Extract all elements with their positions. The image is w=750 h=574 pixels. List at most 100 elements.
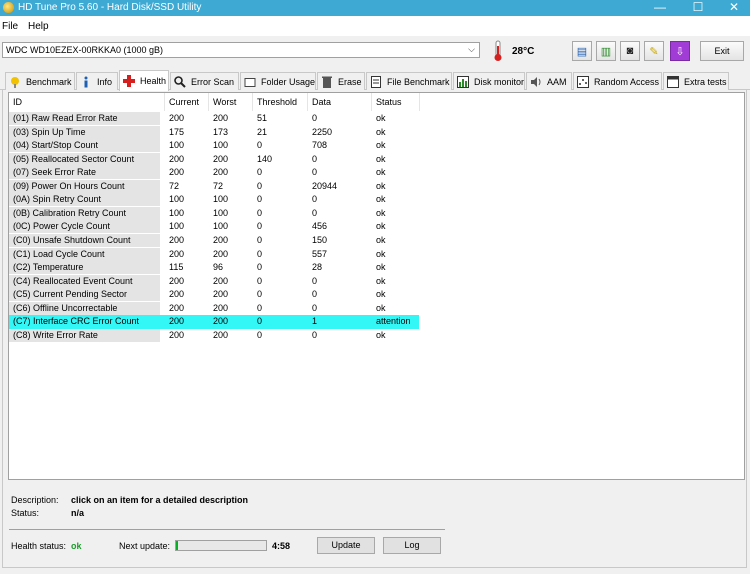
attribute-name: (C1) Load Cycle Count [9,247,160,261]
menu-bar: File Help [0,16,750,36]
tab-info[interactable]: Info [76,72,118,90]
attribute-worst: 200 [213,153,229,164]
attribute-current: 100 [169,221,185,232]
maximize-button[interactable]: ☐ [680,0,716,16]
attribute-current: 100 [169,194,185,205]
attribute-worst: 72 [213,180,224,191]
copy-screen-button[interactable]: ▥ [596,41,616,61]
smart-attribute-list[interactable]: ID Current Worst Threshold Data Status (… [8,92,745,480]
tab-label: Benchmark [26,76,72,87]
attribute-status: ok [376,302,386,313]
attribute-current: 200 [169,234,185,245]
attribute-status: ok [376,167,386,178]
next-update-time: 4:58 [272,541,291,551]
table-row[interactable]: (0B) Calibration Retry Count 100 100 0 0 ok [9,206,419,221]
attribute-data: 150 [312,234,328,245]
attribute-status: ok [376,329,386,340]
attribute-worst: 100 [213,194,229,205]
tab-random-access[interactable]: Random Access [573,72,662,90]
attribute-name: (05) Reallocated Sector Count [9,152,160,166]
table-row[interactable]: (09) Power On Hours Count 72 72 0 20944 ok [9,179,419,194]
tab-benchmark[interactable]: Benchmark [5,72,75,90]
tab-disk-monitor[interactable]: Disk monitor [453,72,525,90]
attribute-name: (C8) Write Error Rate [9,328,160,342]
column-header-threshold[interactable]: Threshold [253,93,308,111]
attribute-current: 100 [169,207,185,218]
attribute-data: 28 [312,262,323,273]
attribute-current: 200 [169,275,185,286]
temperature-value: 28°C [512,46,535,57]
tab-health[interactable]: Health [119,70,169,91]
column-header-worst[interactable]: Worst [209,93,253,111]
table-row[interactable]: (C4) Reallocated Event Count 200 200 0 0 ok [9,274,419,289]
table-row[interactable]: (C2) Temperature 115 96 0 28 ok [9,261,419,275]
table-row[interactable]: (C7) Interface CRC Error Count 200 200 0 1 at… [9,315,419,329]
attribute-name: (C6) Offline Uncorrectable [9,301,160,315]
table-row[interactable]: (C6) Offline Uncorrectable 200 200 0 0 ok [9,301,419,316]
table-row[interactable]: (05) Reallocated Sector Count 200 200 140 0 o… [9,152,419,167]
screenshot-button[interactable]: ◙ [620,41,640,61]
close-button[interactable]: ✕ [716,0,750,16]
table-row[interactable]: (C8) Write Error Rate 200 200 0 0 ok [9,328,419,343]
minimize-button[interactable]: — [642,0,678,16]
title-bar: HD Tune Pro 5.60 - Hard Disk/SSD Utility… [0,0,750,16]
save-button[interactable]: ⇩ [670,41,690,61]
copy-info-button[interactable]: ▤ [572,41,592,61]
attribute-worst: 200 [213,234,229,245]
update-button[interactable]: Update [317,537,375,554]
tab-label: Extra tests [684,76,727,87]
attribute-threshold: 0 [257,262,263,273]
attribute-threshold: 140 [257,153,273,164]
menu-file[interactable]: File [2,21,18,32]
attribute-worst: 173 [213,126,229,137]
menu-help[interactable]: Help [28,21,49,32]
attribute-status: attention [376,316,411,327]
attribute-threshold: 0 [257,275,263,286]
column-header-id[interactable]: ID [9,93,165,111]
attribute-threshold: 0 [257,234,263,245]
description-label: Description: [11,495,59,505]
attribute-worst: 100 [213,221,229,232]
column-header-data[interactable]: Data [308,93,372,111]
description-value: click on an item for a detailed descript… [71,495,249,505]
table-row[interactable]: (C0) Unsafe Shutdown Count 200 200 0 150 ok [9,233,419,248]
tab-aam[interactable]: AAM [526,72,572,90]
table-row[interactable]: (04) Start/Stop Count 100 100 0 708 ok [9,139,419,153]
log-button[interactable]: Log [383,537,441,554]
attribute-data: 0 [312,167,318,178]
table-row[interactable]: (C1) Load Cycle Count 200 200 0 557 ok [9,247,419,262]
tab-file-benchmark[interactable]: File Benchmark [366,72,452,90]
tab-label: Health [140,76,167,86]
attribute-data: 0 [312,113,318,123]
attribute-data: 0 [312,329,318,340]
attribute-name: (C4) Reallocated Event Count [9,274,160,288]
attribute-threshold: 0 [257,221,263,232]
attribute-data: 0 [312,275,318,286]
table-row[interactable]: (0A) Spin Retry Count 100 100 0 0 ok [9,193,419,207]
attribute-name: (01) Raw Read Error Rate [9,112,160,125]
column-header-status[interactable]: Status [372,93,420,111]
tab-label: AAM [547,76,567,87]
tab-error-scan[interactable]: Error Scan [170,72,239,90]
attribute-data: 1 [312,316,318,327]
tab-erase[interactable]: Erase [317,72,365,90]
attribute-current: 200 [169,113,185,123]
attribute-data: 557 [312,248,328,259]
attribute-name: (C7) Interface CRC Error Count [9,315,160,329]
attribute-current: 200 [169,316,185,327]
options-button[interactable]: ✎ [644,41,664,61]
drive-select[interactable]: WDC WD10EZEX-00RKKA0 (1000 gB) ⌵ [2,42,480,58]
table-row[interactable]: (07) Seek Error Rate 200 200 0 0 ok [9,166,419,180]
attribute-threshold: 0 [257,140,263,151]
divider [9,529,445,530]
health-cross-icon [123,75,135,87]
table-row[interactable]: (C5) Current Pending Sector 200 200 0 0 ok [9,288,419,302]
table-row[interactable]: (01) Raw Read Error Rate 200 200 51 0 ok [9,112,419,126]
attribute-current: 200 [169,167,185,178]
table-row[interactable]: (03) Spin Up Time 175 173 21 2250 ok [9,125,419,140]
column-header-current[interactable]: Current [165,93,209,111]
exit-button[interactable]: Exit [700,41,744,61]
tab-folder-usage[interactable]: Folder Usage [240,72,316,90]
tab-extra-tests[interactable]: Extra tests [663,72,729,90]
table-row[interactable]: (0C) Power Cycle Count 100 100 0 456 ok [9,220,419,234]
